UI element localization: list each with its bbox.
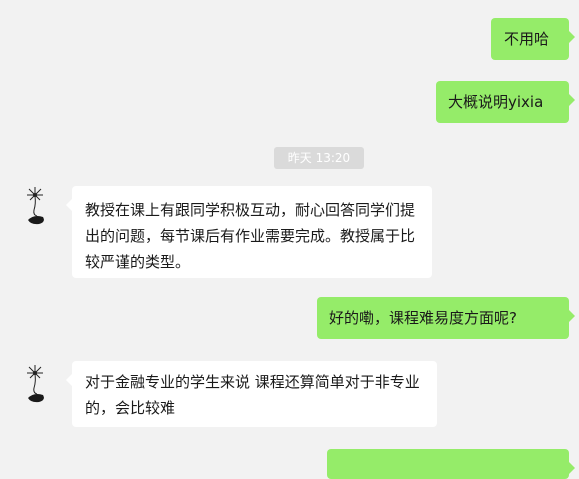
- message-bubble-outgoing[interactable]: 好的嘞，课程难易度方面呢?: [317, 297, 575, 339]
- message-bubble-outgoing-partial[interactable]: [327, 449, 575, 479]
- contact-avatar[interactable]: [22, 364, 56, 404]
- message-text: 不用哈: [504, 30, 550, 48]
- message-bubble-incoming[interactable]: 对于金融专业的学生来说 课程还算简单对于非专业的，会比较难: [66, 361, 437, 427]
- message-timestamp: 昨天 13:20: [274, 147, 364, 169]
- dandelion-sketch-icon: [27, 365, 44, 403]
- message-bubble-incoming[interactable]: 教授在课上有跟同学积极互动，耐心回答同学们提出的问题，每节课后有作业需要完成。教…: [66, 186, 432, 278]
- message-text: 对于金融专业的学生来说 课程还算简单对于非专业的，会比较难: [85, 373, 420, 417]
- dandelion-sketch-icon: [27, 187, 44, 225]
- chat-conversation: 不用哈 大概说明yixia 昨天 13:20 教授在课上有跟同学积极互动，耐心回…: [0, 0, 579, 479]
- contact-avatar[interactable]: [22, 186, 56, 226]
- message-bubble-outgoing[interactable]: 大概说明yixia: [436, 81, 575, 123]
- message-text: 教授在课上有跟同学积极互动，耐心回答同学们提出的问题，每节课后有作业需要完成。教…: [85, 201, 416, 271]
- message-bubble-outgoing[interactable]: 不用哈: [491, 18, 575, 60]
- message-text: 大概说明yixia: [448, 93, 544, 111]
- message-text: 好的嘞，课程难易度方面呢?: [329, 309, 517, 327]
